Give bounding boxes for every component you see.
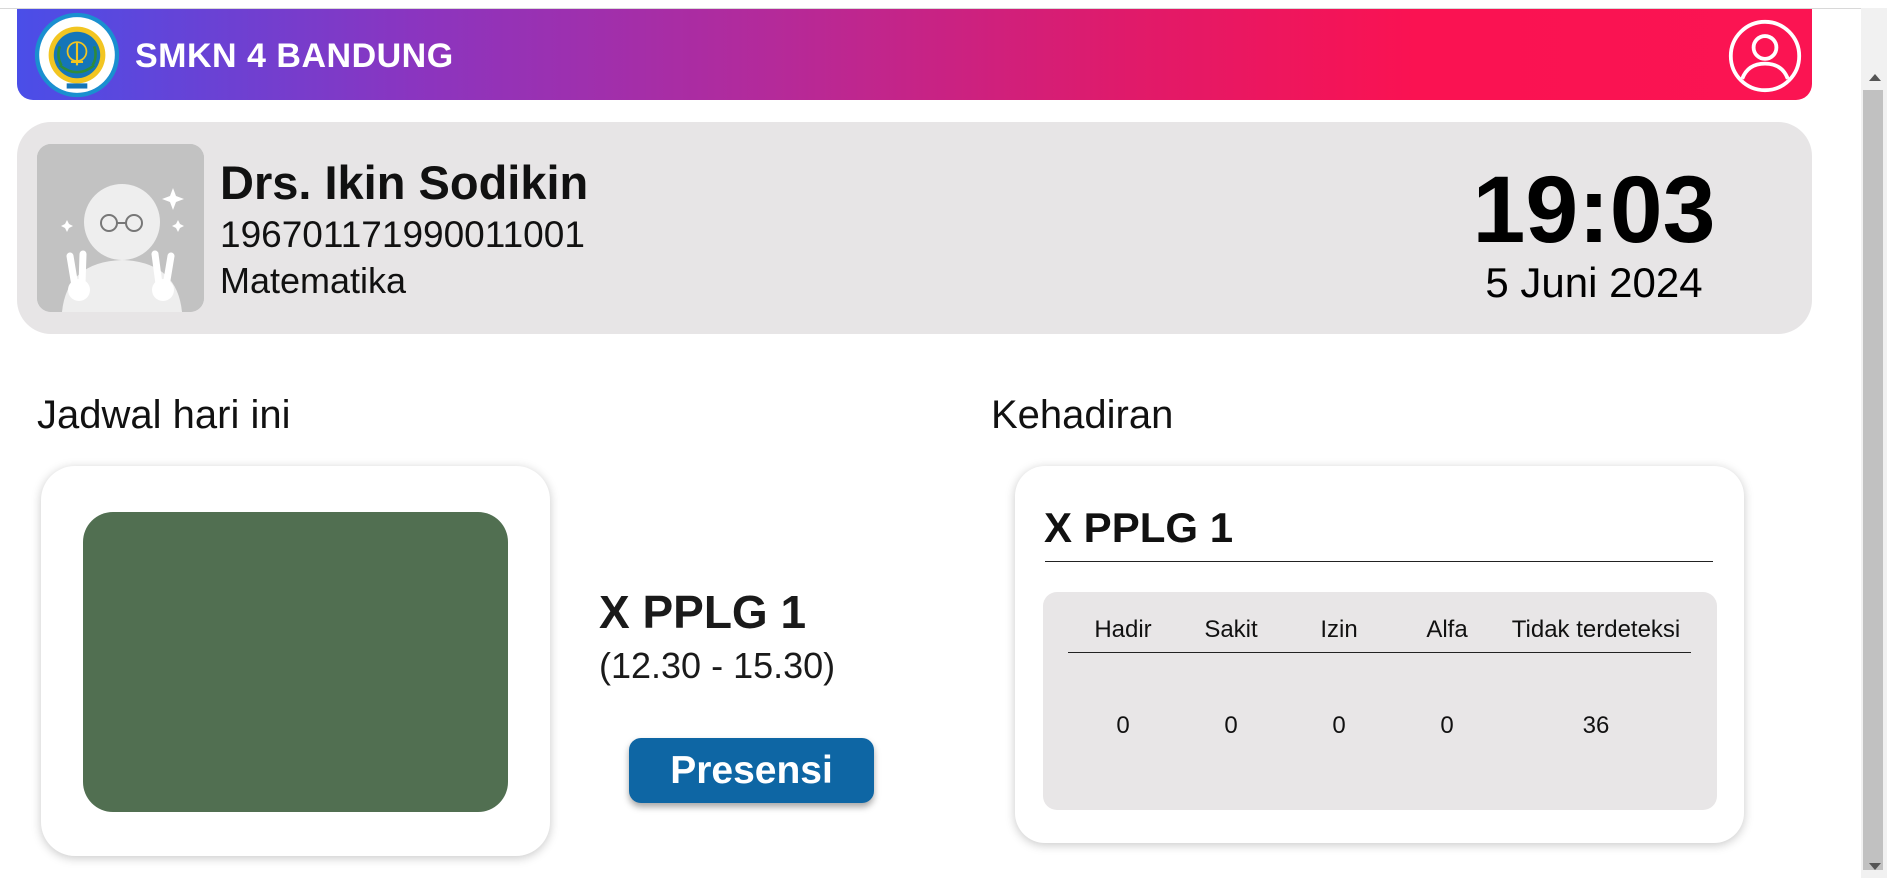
col-tidak-terdeteksi: Tidak terdeteksi	[1511, 616, 1681, 643]
value-alfa: 0	[1440, 712, 1454, 739]
col-alfa: Alfa	[1426, 616, 1468, 643]
value-tidak-terdeteksi: 36	[1582, 712, 1610, 739]
vertical-scrollbar[interactable]	[1861, 8, 1887, 878]
user-circle-icon[interactable]	[1727, 18, 1803, 94]
teacher-subject: Matematika	[220, 260, 407, 301]
class-thumbnail	[83, 512, 508, 812]
teacher-name: Drs. Ikin Sodikin	[220, 156, 589, 209]
scroll-down-arrow-icon[interactable]	[1869, 863, 1881, 870]
attendance-card: X PPLG 1 Hadir Sakit Izin Alfa Tidak ter…	[1015, 466, 1744, 843]
schedule-class-name: X PPLG 1	[599, 586, 807, 638]
school-logo	[34, 12, 120, 98]
clock-time: 19:03	[1472, 157, 1716, 263]
table-header-divider	[1068, 652, 1691, 653]
clock-date: 5 Juni 2024	[1485, 259, 1703, 306]
browser-top-edge	[0, 0, 1887, 9]
clock: 19:03 5 Juni 2024	[1444, 162, 1744, 306]
col-izin: Izin	[1320, 616, 1358, 643]
schedule-section-title: Jadwal hari ini	[37, 393, 291, 437]
school-name: SMKN 4 BANDUNG	[135, 37, 454, 75]
schedule-card	[41, 466, 550, 856]
avatar	[37, 144, 204, 312]
value-izin: 0	[1332, 712, 1346, 739]
attendance-divider	[1045, 561, 1713, 562]
attendance-class-name: X PPLG 1	[1044, 504, 1234, 551]
value-hadir: 0	[1116, 712, 1130, 739]
value-sakit: 0	[1224, 712, 1238, 739]
scroll-up-arrow-icon[interactable]	[1869, 74, 1881, 81]
schedule-time-range: (12.30 - 15.30)	[599, 645, 836, 686]
attendance-section-title: Kehadiran	[991, 393, 1174, 437]
scroll-thumb[interactable]	[1863, 90, 1883, 870]
attendance-table: Hadir Sakit Izin Alfa Tidak terdeteksi 0…	[1043, 592, 1717, 810]
app-header: SMKN 4 BANDUNG	[17, 9, 1812, 100]
col-hadir: Hadir	[1094, 616, 1152, 643]
col-sakit: Sakit	[1204, 616, 1258, 643]
teacher-info-card: Drs. Ikin Sodikin 196701171990011001 Mat…	[17, 122, 1812, 334]
teacher-nip: 196701171990011001	[220, 214, 585, 255]
avatar-placeholder-icon	[37, 144, 204, 312]
presensi-button[interactable]: Presensi	[629, 738, 874, 803]
